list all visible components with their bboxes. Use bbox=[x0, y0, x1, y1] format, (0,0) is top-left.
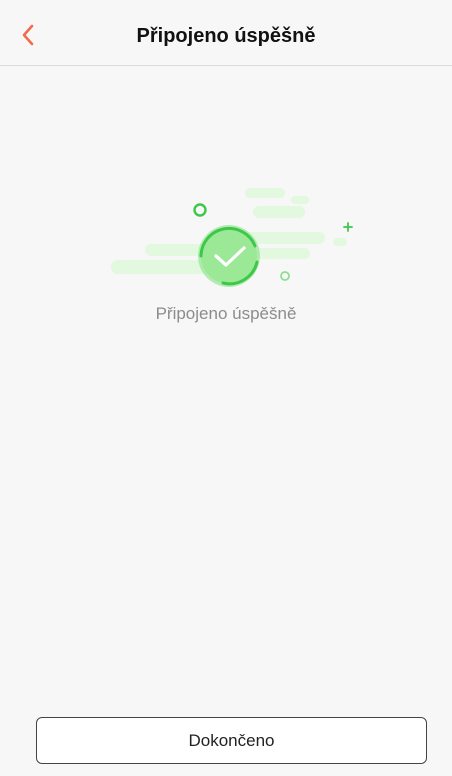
navigation-bar: Připojeno úspěšně bbox=[0, 0, 452, 66]
plus-decoration bbox=[343, 222, 353, 232]
success-check-icon bbox=[198, 225, 260, 287]
page-title: Připojeno úspěšně bbox=[136, 25, 316, 47]
tiny-circle-decoration bbox=[280, 271, 290, 281]
success-illustration bbox=[105, 180, 365, 300]
done-button[interactable]: Dokončeno bbox=[36, 717, 427, 764]
small-circle-decoration bbox=[193, 203, 207, 217]
status-message: Připojeno úspěšně bbox=[155, 304, 297, 323]
